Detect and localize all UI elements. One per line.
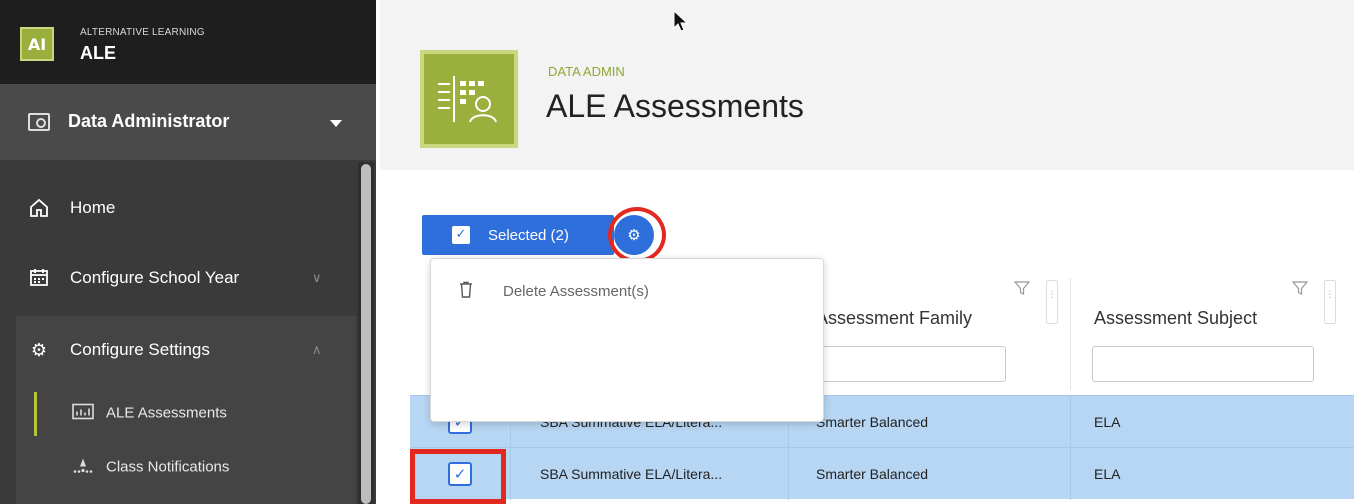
sidebar-subitem-label: Class Notifications xyxy=(106,458,230,476)
selected-items-button[interactable]: ✓ Selected (2) xyxy=(422,215,614,255)
cell-assessment-family: Smarter Balanced xyxy=(816,465,929,482)
column-header-assessment-family[interactable]: Assessment Family xyxy=(816,308,972,329)
checkbox-checked-icon: ✓ xyxy=(452,226,470,244)
role-selector[interactable]: Data Administrator xyxy=(0,84,376,160)
cell-assessment-subject: ELA xyxy=(1094,465,1121,482)
column-separator xyxy=(1070,278,1071,390)
gear-icon: ⚙ xyxy=(30,340,48,360)
sidebar-subitem-label: ALE Assessments xyxy=(106,404,227,422)
sidebar: AI ALTERNATIVE LEARNING ALE Data Adminis… xyxy=(0,0,376,504)
page-header xyxy=(380,0,1354,170)
chevron-down-icon: ∨ xyxy=(312,270,322,285)
chevron-up-icon: ∧ xyxy=(312,342,322,357)
chevron-down-icon xyxy=(330,120,342,127)
brand-subtitle: ALTERNATIVE LEARNING xyxy=(80,27,205,38)
cell-separator xyxy=(788,448,789,500)
sidebar-subitem-class-notifications[interactable]: Class Notifications xyxy=(16,446,356,488)
trash-icon xyxy=(460,281,472,298)
brand-logo[interactable]: AI xyxy=(20,27,54,61)
cell-separator xyxy=(1070,396,1071,448)
bulk-actions-menu: Delete Assessment(s) xyxy=(430,258,824,422)
filter-input-assessment-family[interactable] xyxy=(816,346,1006,382)
filter-input-assessment-subject[interactable] xyxy=(1092,346,1314,382)
filter-icon[interactable] xyxy=(1292,280,1308,296)
selected-count-label: Selected (2) xyxy=(488,227,569,244)
sidebar-item-configure-school-year[interactable]: Configure School Year ∨ xyxy=(0,250,356,306)
chart-icon xyxy=(72,403,94,423)
page-title: ALE Assessments xyxy=(546,88,804,124)
sidebar-item-label: Configure School Year xyxy=(70,268,240,287)
sidebar-scrollbar[interactable] xyxy=(358,162,374,504)
brand-title: ALE xyxy=(80,43,116,63)
home-icon xyxy=(28,197,50,219)
sidebar-item-label: Home xyxy=(70,198,116,217)
notification-icon xyxy=(72,457,94,478)
assessment-list-icon xyxy=(438,76,497,123)
column-header-assessment-subject[interactable]: Assessment Subject xyxy=(1094,308,1257,329)
scrollbar-thumb[interactable] xyxy=(361,164,371,504)
table-row[interactable]: ✓ SBA Summative ELA/Litera... Smarter Ba… xyxy=(410,447,1354,500)
cell-assessment-subject: ELA xyxy=(1094,413,1121,430)
highlight-ring xyxy=(608,207,666,263)
cell-assessment-family: Smarter Balanced xyxy=(816,413,929,430)
column-menu-kebab[interactable]: ⋮ xyxy=(1324,280,1336,324)
sidebar-subitem-ale-assessments[interactable]: ALE Assessments xyxy=(16,392,356,434)
sidebar-item-configure-settings[interactable]: ⚙ Configure Settings ∧ xyxy=(0,322,356,378)
sidebar-item-home[interactable]: Home xyxy=(0,180,356,236)
role-label: Data Administrator xyxy=(68,111,230,131)
user-card-icon xyxy=(28,113,50,131)
sidebar-item-label: Configure Settings xyxy=(70,340,210,359)
brand-header: AI ALTERNATIVE LEARNING ALE xyxy=(0,0,376,84)
cell-separator xyxy=(510,448,511,500)
highlight-box xyxy=(410,449,506,504)
column-menu-kebab[interactable]: ⋮ xyxy=(1046,280,1058,324)
mouse-cursor-icon xyxy=(673,10,689,32)
page-eyebrow: DATA ADMIN xyxy=(548,64,625,79)
menu-item-label: Delete Assessment(s) xyxy=(503,283,649,300)
cell-assessment-name: SBA Summative ELA/Litera... xyxy=(540,465,723,482)
page-icon-tile xyxy=(420,50,518,148)
cell-separator xyxy=(1070,448,1071,500)
calendar-icon xyxy=(28,267,50,289)
filter-icon[interactable] xyxy=(1014,280,1030,296)
menu-item-delete-assessments[interactable]: Delete Assessment(s) xyxy=(431,277,823,307)
